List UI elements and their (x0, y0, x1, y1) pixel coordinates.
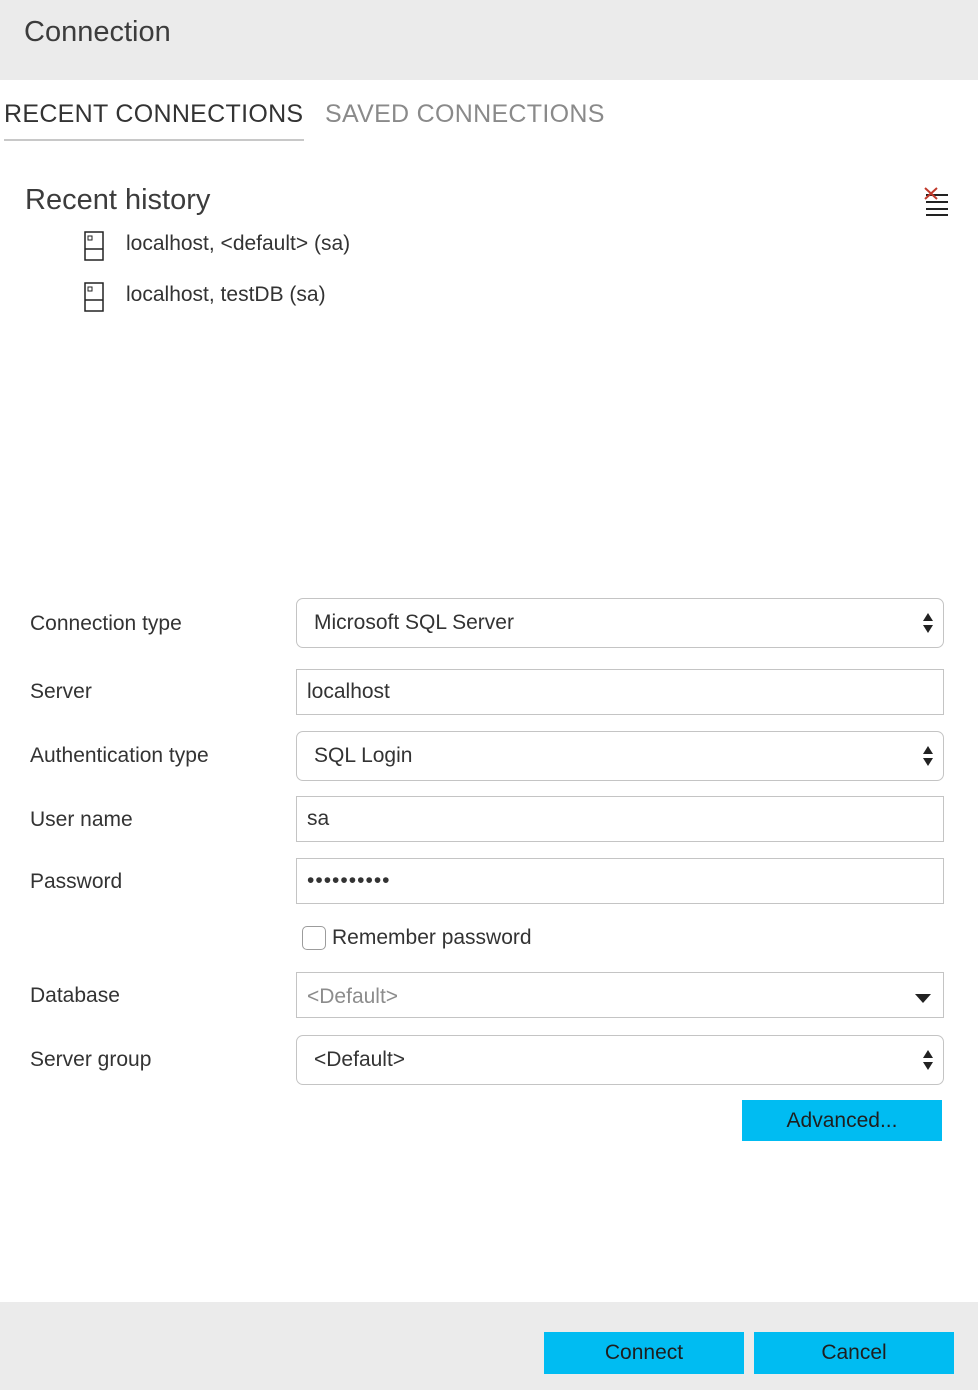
user-name-label: User name (30, 808, 133, 831)
select-arrows-icon (922, 744, 934, 768)
chevron-down-icon (915, 991, 931, 1003)
tab-recent-connections[interactable]: RECENT CONNECTIONS (4, 100, 303, 129)
select-arrows-icon (922, 611, 934, 635)
recent-item-label: localhost, <default> (sa) (126, 232, 351, 255)
user-name-input[interactable] (296, 796, 944, 842)
dialog-title: Connection (24, 16, 171, 48)
database-label: Database (30, 984, 120, 1007)
remember-password-label[interactable]: Remember password (332, 926, 532, 950)
authentication-type-select[interactable]: SQL Login (296, 731, 944, 781)
password-label: Password (30, 870, 123, 893)
database-dropdown[interactable]: <Default> (296, 972, 944, 1018)
advanced-button[interactable]: Advanced... (742, 1100, 942, 1141)
recent-item-label: localhost, testDB (sa) (126, 283, 326, 306)
password-input[interactable] (296, 858, 944, 904)
server-label: Server (30, 680, 92, 703)
connect-button[interactable]: Connect (544, 1332, 744, 1374)
server-group-select[interactable]: <Default> (296, 1035, 944, 1085)
server-input[interactable] (296, 669, 944, 715)
authentication-type-label: Authentication type (30, 744, 209, 767)
active-tab-underline (4, 139, 304, 141)
recent-history-title: Recent history (25, 184, 211, 216)
clear-list-icon[interactable] (922, 186, 952, 218)
server-group-value: <Default> (314, 1048, 406, 1071)
connection-type-select[interactable]: Microsoft SQL Server (296, 598, 944, 648)
connection-type-label: Connection type (30, 612, 182, 635)
server-group-label: Server group (30, 1048, 152, 1071)
authentication-type-value: SQL Login (314, 744, 413, 767)
cancel-button[interactable]: Cancel (754, 1332, 954, 1374)
connection-type-value: Microsoft SQL Server (314, 611, 514, 634)
select-arrows-icon (922, 1048, 934, 1072)
tab-saved-connections[interactable]: SAVED CONNECTIONS (325, 100, 605, 129)
recent-item[interactable]: localhost, <default> (sa) (82, 230, 482, 266)
server-icon (82, 281, 106, 313)
recent-item[interactable]: localhost, testDB (sa) (82, 281, 482, 317)
server-icon (82, 230, 106, 262)
remember-password-checkbox[interactable] (302, 926, 326, 950)
database-value: <Default> (307, 985, 399, 1008)
title-bar: Connection (0, 0, 978, 80)
